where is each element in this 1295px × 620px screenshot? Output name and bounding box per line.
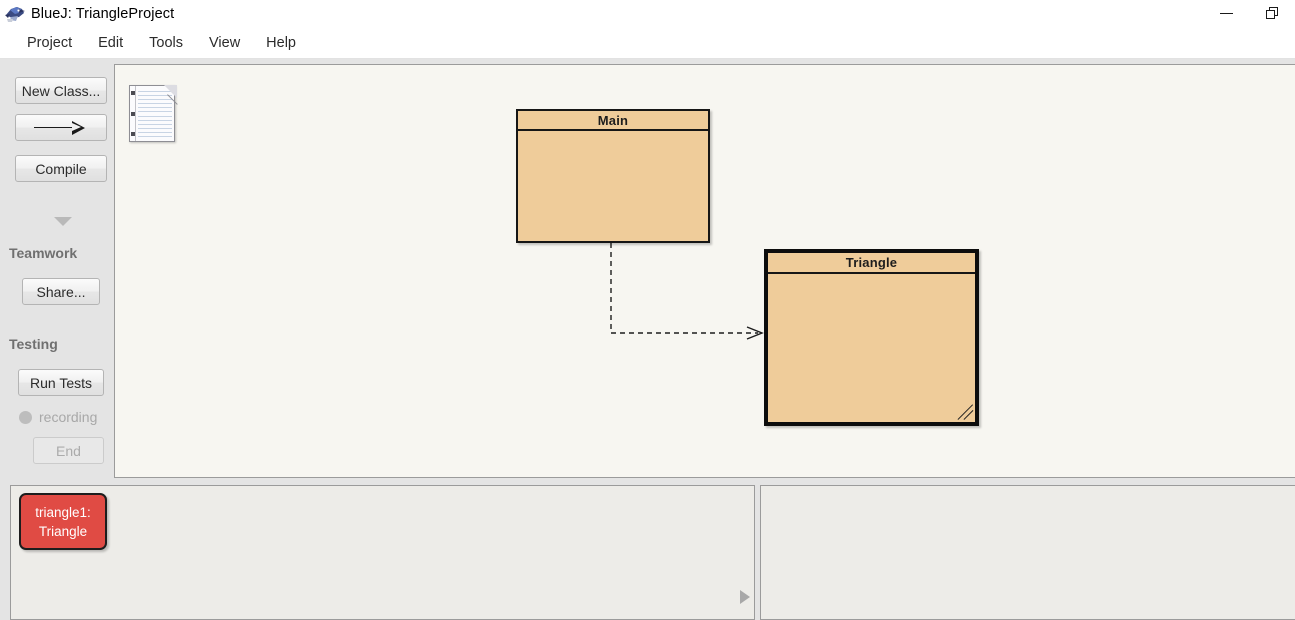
object-bench[interactable]: triangle1: Triangle <box>10 485 755 620</box>
restore-button[interactable] <box>1249 0 1295 27</box>
restore-window-icon <box>1265 7 1279 20</box>
recording-label: recording <box>39 409 98 425</box>
class-box-triangle[interactable]: Triangle <box>764 249 979 426</box>
object-class-name: Triangle <box>38 523 88 539</box>
window-controls <box>1203 0 1295 27</box>
menu-view[interactable]: View <box>196 32 253 54</box>
compile-button[interactable]: Compile <box>15 155 107 182</box>
resize-handle[interactable] <box>957 404 974 421</box>
object-instance-triangle1[interactable]: triangle1: Triangle <box>19 493 107 550</box>
share-button[interactable]: Share... <box>22 278 100 305</box>
chevron-down-icon[interactable] <box>54 217 72 226</box>
minimize-icon <box>1219 12 1233 15</box>
end-recording-button[interactable]: End <box>33 437 104 464</box>
menu-tools[interactable]: Tools <box>136 32 196 54</box>
play-triangle-icon[interactable] <box>740 590 750 604</box>
object-instance-name: triangle1: <box>35 504 91 520</box>
class-name-main: Main <box>518 111 708 131</box>
class-box-main[interactable]: Main <box>516 109 710 243</box>
class-name-triangle: Triangle <box>768 253 975 274</box>
sidebar-toolbar: New Class... Compile Teamwork Share... T… <box>0 59 110 480</box>
code-pad-panel[interactable] <box>760 485 1295 620</box>
menu-project[interactable]: Project <box>14 32 85 54</box>
menu-edit[interactable]: Edit <box>85 32 136 54</box>
section-label-testing: Testing <box>9 336 58 352</box>
run-tests-button[interactable]: Run Tests <box>18 369 104 396</box>
readme-document-icon[interactable] <box>129 85 187 144</box>
bluej-jay-logo-icon <box>4 4 26 24</box>
minimize-button[interactable] <box>1203 0 1249 27</box>
section-label-teamwork: Teamwork <box>9 245 78 261</box>
menu-help[interactable]: Help <box>253 32 309 54</box>
menubar: Project Edit Tools View Help <box>0 27 1295 59</box>
recording-status: recording <box>19 409 97 425</box>
window-titlebar: BlueJ: TriangleProject <box>0 0 1295 27</box>
recording-dot-icon <box>19 410 32 424</box>
dependency-arrow-icon <box>34 120 88 135</box>
workarea: New Class... Compile Teamwork Share... T… <box>0 59 1295 620</box>
new-class-button[interactable]: New Class... <box>15 77 107 104</box>
window-title: BlueJ: TriangleProject <box>31 5 175 22</box>
class-diagram-canvas[interactable]: Main Triangle <box>114 64 1295 478</box>
dependency-arrow-tool-button[interactable] <box>15 114 107 141</box>
